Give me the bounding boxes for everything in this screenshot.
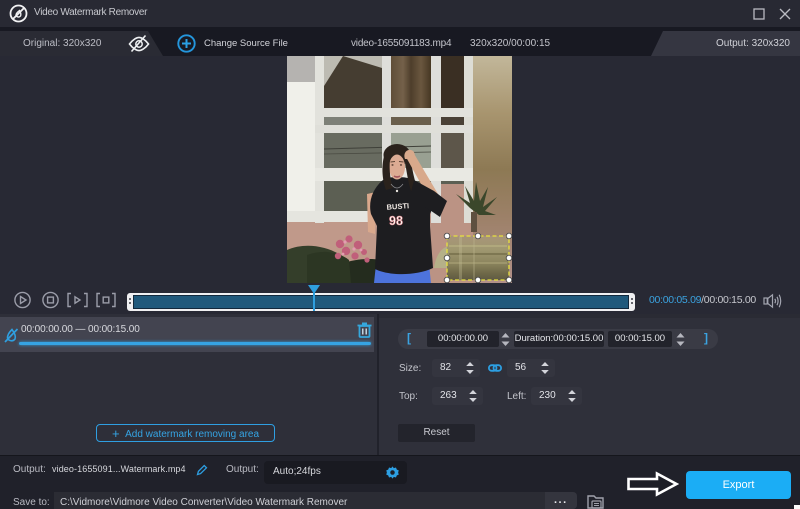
svg-text:BUSTI: BUSTI bbox=[386, 201, 409, 212]
svg-text:98: 98 bbox=[389, 214, 403, 228]
